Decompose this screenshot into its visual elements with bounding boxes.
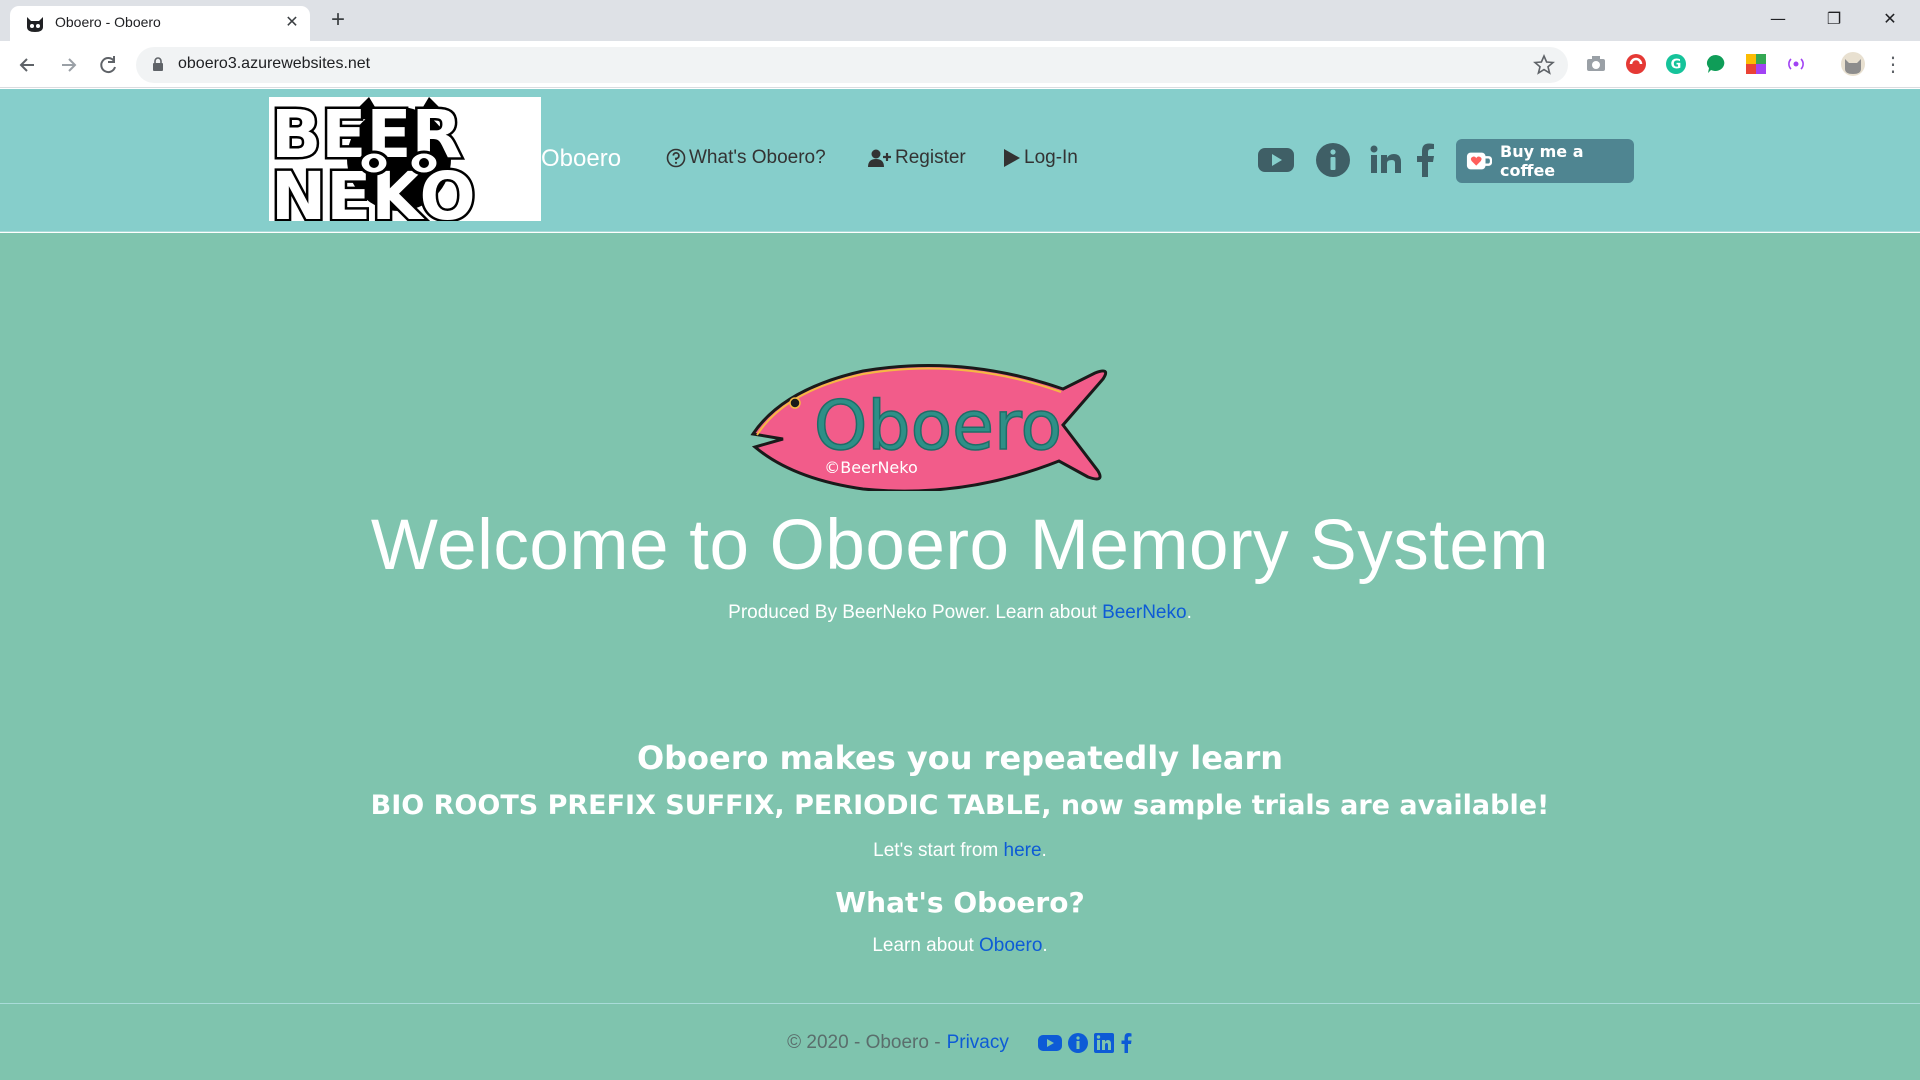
site-header: BEER NEKO Oboero What's Oboero? Register… xyxy=(0,89,1920,232)
privacy-link[interactable]: Privacy xyxy=(947,1032,1009,1054)
question-circle-icon xyxy=(666,148,686,168)
footer-linkedin-icon[interactable] xyxy=(1093,1032,1115,1054)
nav-register-label: Register xyxy=(895,147,966,168)
chat-extension-icon[interactable] xyxy=(1705,53,1727,75)
buy-me-a-coffee-button[interactable]: Buy me a coffee xyxy=(1456,139,1634,183)
youtube-icon[interactable] xyxy=(1256,141,1296,179)
oboero-link[interactable]: Oboero xyxy=(979,935,1042,956)
trials-heading: BIO ROOTS PREFIX SUFFIX, PERIODIC TABLE,… xyxy=(370,790,1550,821)
learn-heading: Oboero makes you repeatedly learn xyxy=(636,739,1284,777)
browser-toolbar: oboero3.azurewebsites.net G ⋮ xyxy=(0,41,1920,88)
here-link[interactable]: here xyxy=(1004,840,1042,861)
fish-logo-copyright: ©BeerNeko xyxy=(824,458,918,477)
produced-prefix: Produced By BeerNeko Power. Learn about xyxy=(728,602,1103,623)
nav-register[interactable]: Register xyxy=(868,147,966,169)
reload-icon[interactable] xyxy=(94,51,122,79)
start-prefix: Let's start from xyxy=(873,840,1004,861)
browser-tab[interactable]: Oboero - Oboero ✕ xyxy=(10,6,310,41)
nav-whats-oboero[interactable]: What's Oboero? xyxy=(666,147,826,169)
nav-brand-oboero[interactable]: Oboero xyxy=(541,145,621,173)
nav-whats-oboero-label: What's Oboero? xyxy=(689,147,826,168)
coffee-heart-icon xyxy=(1466,152,1493,170)
new-tab-button[interactable]: + xyxy=(325,8,351,34)
nav-login-label: Log-In xyxy=(1024,147,1078,168)
colorful-extension-icon[interactable] xyxy=(1745,53,1767,75)
whats-oboero-heading: What's Oboero? xyxy=(835,886,1085,919)
learn-suffix: . xyxy=(1042,935,1048,956)
camera-extension-icon[interactable] xyxy=(1585,53,1607,75)
bookmark-star-icon[interactable] xyxy=(1532,53,1556,77)
restore-button[interactable]: ❐ xyxy=(1806,0,1862,38)
start-suffix: . xyxy=(1041,840,1047,861)
welcome-heading: Welcome to Oboero Memory System xyxy=(370,506,1550,585)
footer-social-icons xyxy=(1037,1032,1133,1054)
main-content: Oboero ©BeerNeko Welcome to Oboero Memor… xyxy=(0,233,1920,1004)
close-window-button[interactable]: ✕ xyxy=(1862,0,1918,38)
tab-close-icon[interactable]: ✕ xyxy=(281,11,303,33)
info-icon[interactable] xyxy=(1313,141,1353,179)
back-arrow-icon[interactable] xyxy=(14,51,42,79)
footer-youtube-icon[interactable] xyxy=(1037,1032,1063,1054)
footer-copyright: © 2020 - Oboero - xyxy=(787,1032,941,1053)
start-text: Let's start from here. xyxy=(0,840,1920,862)
tab-title: Oboero - Oboero xyxy=(55,14,161,30)
browser-tabstrip: Oboero - Oboero ✕ + — ❐ ✕ xyxy=(0,0,1920,41)
footer-info-icon[interactable] xyxy=(1067,1032,1089,1054)
linkedin-icon[interactable] xyxy=(1366,141,1406,179)
lock-icon xyxy=(153,57,163,71)
nav-login[interactable]: Log-In xyxy=(1003,147,1078,169)
footer-facebook-icon[interactable] xyxy=(1119,1032,1133,1054)
beerneko-logo[interactable]: BEER NEKO xyxy=(269,97,541,221)
forward-arrow-icon[interactable] xyxy=(54,51,82,79)
address-bar[interactable]: oboero3.azurewebsites.net xyxy=(136,47,1568,83)
learn-about-text: Learn about Oboero. xyxy=(0,935,1920,957)
fish-logo-text: Oboero xyxy=(814,387,1062,466)
facebook-icon[interactable] xyxy=(1412,141,1438,179)
broadcast-extension-icon[interactable] xyxy=(1785,53,1807,75)
oboero-fish-logo: Oboero ©BeerNeko xyxy=(750,363,1108,491)
cat-favicon-icon xyxy=(27,17,43,32)
learn-prefix: Learn about xyxy=(872,935,980,956)
svg-text:G: G xyxy=(1671,58,1682,73)
buy-me-a-coffee-label: Buy me a coffee xyxy=(1500,142,1584,180)
produced-suffix: . xyxy=(1186,602,1192,623)
profile-avatar-icon[interactable] xyxy=(1840,51,1866,77)
play-icon xyxy=(1004,149,1020,167)
footer-line: © 2020 - Oboero - Privacy xyxy=(0,1032,1920,1054)
minimize-button[interactable]: — xyxy=(1750,0,1806,38)
grammarly-extension-icon[interactable]: G xyxy=(1665,53,1687,75)
url-text: oboero3.azurewebsites.net xyxy=(178,55,371,72)
menu-kebab-icon[interactable]: ⋮ xyxy=(1882,53,1904,75)
produced-by-text: Produced By BeerNeko Power. Learn about … xyxy=(0,602,1920,624)
user-plus-icon xyxy=(868,149,891,167)
red-extension-icon[interactable] xyxy=(1625,53,1647,75)
site-footer: © 2020 - Oboero - Privacy xyxy=(0,1003,1920,1080)
beerneko-link[interactable]: BeerNeko xyxy=(1102,602,1187,623)
